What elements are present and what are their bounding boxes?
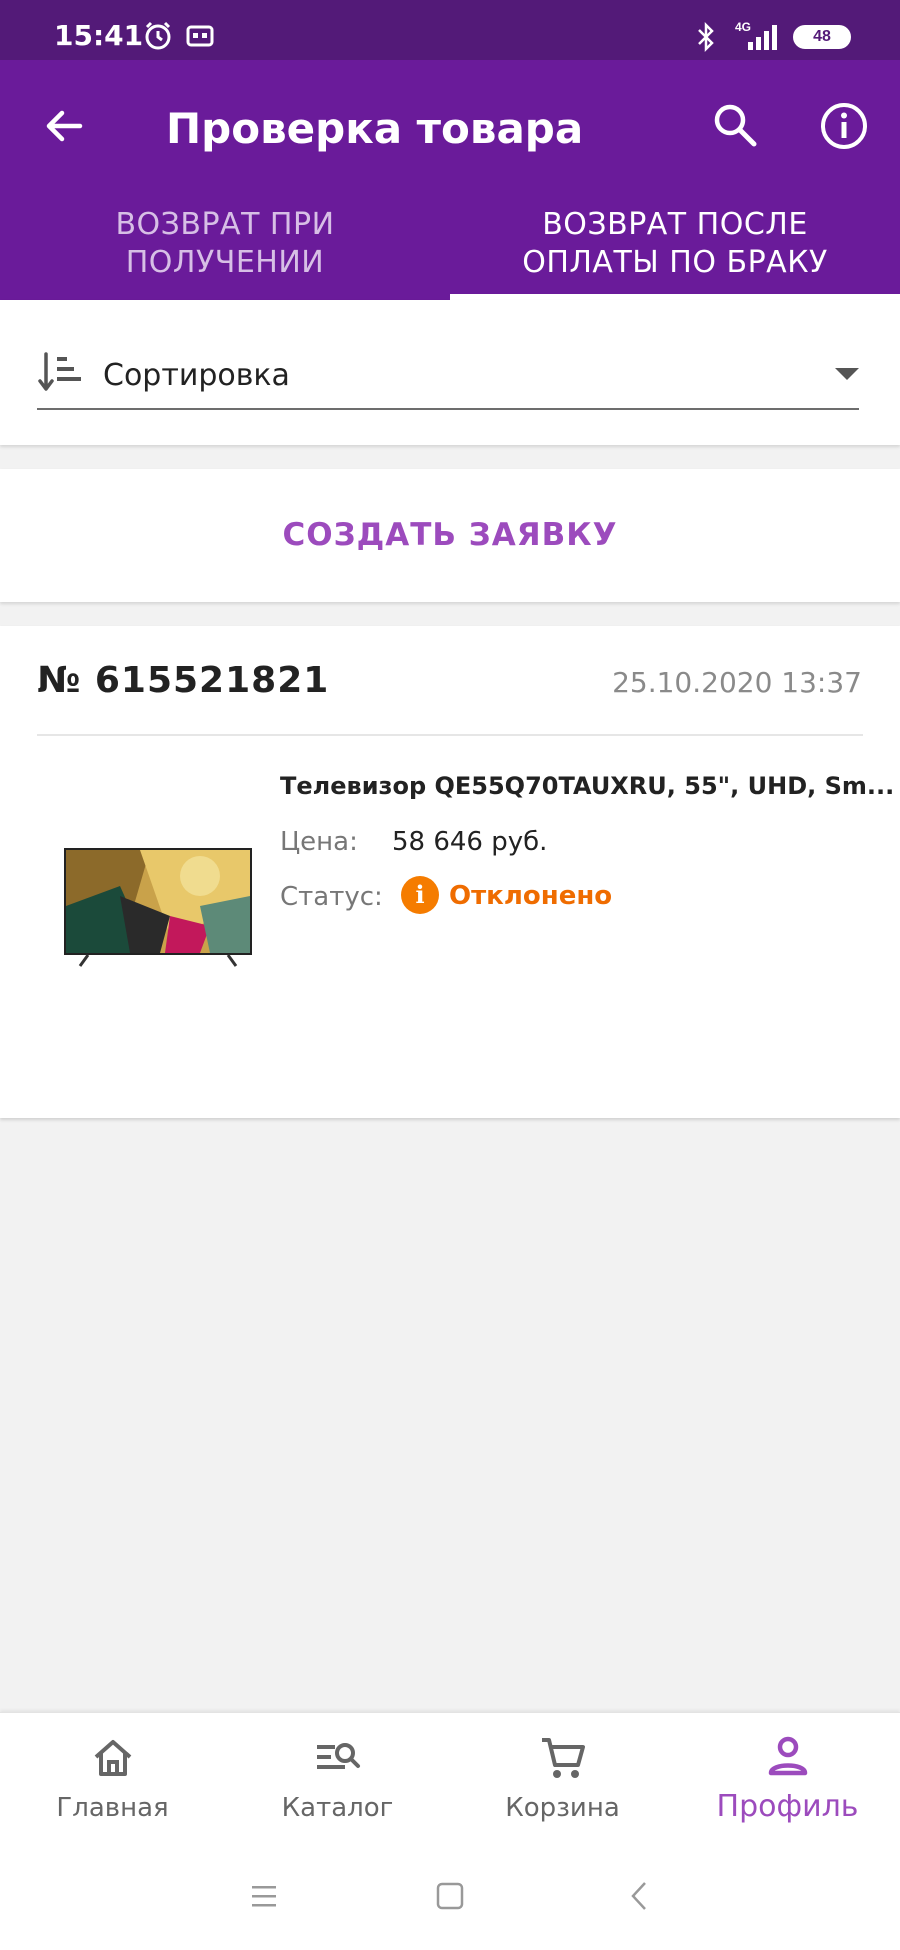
price-label: Цена: [280,827,358,857]
create-request-card: СОЗДАТЬ ЗАЯВКУ [0,469,900,602]
status-value: Отклонено [449,881,613,911]
info-icon[interactable] [818,100,870,152]
sort-icon [38,352,81,391]
divider [37,734,863,736]
alarm-icon [145,21,171,50]
cart-icon [542,1738,585,1778]
tab-return-after-payment[interactable]: ВОЗВРАТ ПОСЛЕ ОПЛАТЫ ПО БРАКУ [450,206,900,300]
nav-item-profile[interactable]: Профиль [675,1713,900,1843]
status-time: 15:41 [54,19,144,52]
signal-icon [748,25,777,50]
sort-card: Сортировка [0,300,900,445]
tab-label-line: ВОЗВРАТ ПРИ [115,207,335,242]
order-card[interactable]: № 615521821 25.10.2020 13:37 Телевизор Q… [0,626,900,1118]
tab-label-line: ВОЗВРАТ ПОСЛЕ [542,207,808,242]
nav-label: Каталог [281,1793,394,1823]
battery-icon: 48 [793,25,851,49]
status-label: Статус: [280,882,383,912]
home-icon [94,1740,132,1776]
catalog-search-icon [317,1743,360,1769]
nav-item-home[interactable]: Главная [0,1713,225,1843]
nav-item-cart[interactable]: Корзина [450,1713,675,1843]
status-bar: 15:41 4G 48 [0,0,900,60]
nav-label: Профиль [716,1789,859,1824]
page-title: Проверка товара [166,104,584,153]
nav-label: Главная [56,1793,169,1823]
product-image [64,848,252,967]
cast-icon [186,25,214,47]
chevron-down-icon [835,368,859,380]
tab-return-on-receipt[interactable]: ВОЗВРАТ ПРИ ПОЛУЧЕНИИ [0,206,450,300]
profile-icon [768,1736,808,1776]
create-request-button[interactable]: СОЗДАТЬ ЗАЯВКУ [0,469,900,602]
nav-label: Корзина [505,1793,620,1823]
nav-item-catalog[interactable]: Каталог [225,1713,450,1843]
back-arrow-icon[interactable] [40,102,88,150]
tab-label-line: ПОЛУЧЕНИИ [125,245,325,280]
menu-icon[interactable] [244,1876,284,1916]
back-chevron-icon[interactable] [620,1876,660,1916]
search-icon[interactable] [710,100,760,150]
warning-info-icon: i [401,876,439,914]
sort-dropdown[interactable]: Сортировка [37,350,859,410]
home-square-icon[interactable] [430,1876,470,1916]
order-date: 25.10.2020 13:37 [612,666,862,699]
tab-label-line: ОПЛАТЫ ПО БРАКУ [522,245,828,280]
bottom-navigation: Главная Каталог Корзина Профиль [0,1712,900,1842]
price-value: 58 646 руб. [392,827,548,857]
order-number: № 615521821 [37,660,330,701]
product-name: Телевизор QE55Q70TAUXRU, 55", UHD, Sm... [280,772,895,800]
app-bar: Проверка товара ВОЗВРАТ ПРИ ПОЛУЧЕНИИ ВО… [0,60,900,300]
sort-label: Сортировка [103,358,290,393]
system-navigation-bar [0,1842,900,1950]
bluetooth-icon [698,21,714,53]
